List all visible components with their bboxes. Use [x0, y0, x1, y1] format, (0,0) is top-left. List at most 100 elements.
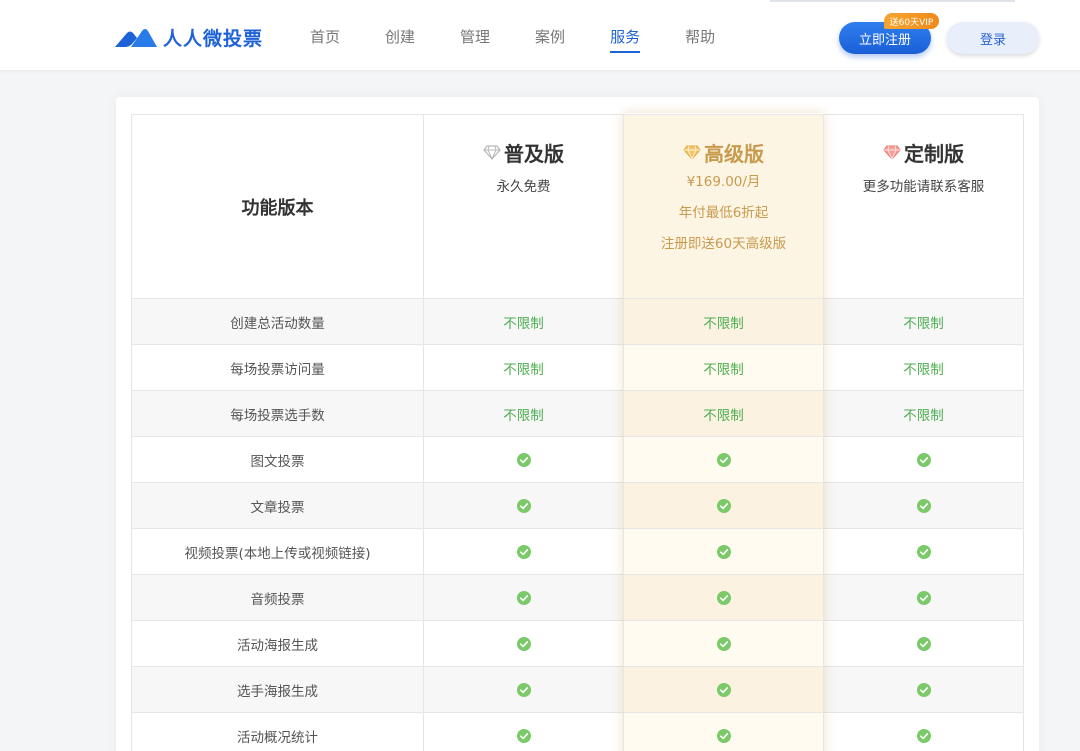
diamond-gold-icon	[683, 145, 701, 160]
check-circle-icon	[516, 498, 531, 513]
check-circle-icon	[916, 682, 931, 697]
plan-custom-header: 定制版 更多功能请联系客服	[824, 115, 1024, 299]
feature-value-cell: 不限制	[424, 391, 624, 437]
logo-mountain-icon	[115, 29, 157, 47]
plan-premium-discount: 年付最低6折起	[678, 205, 769, 221]
nav-item-3[interactable]: 案例	[535, 26, 565, 56]
check-circle-icon	[516, 728, 531, 743]
plan-premium-price: ¥169.00/月	[686, 174, 761, 190]
top-header: 人人微投票 首页 创建 管理 案例 服务 帮助 立即注册 送60天VIP 登录	[0, 0, 1080, 70]
feature-name-cell: 创建总活动数量	[131, 299, 424, 345]
feature-value-cell: 不限制	[624, 299, 824, 345]
feature-value-cell: 不限制	[624, 345, 824, 391]
nav-item-4[interactable]: 服务	[610, 26, 641, 56]
feature-check-cell	[624, 437, 824, 483]
check-circle-icon	[916, 728, 931, 743]
feature-name-cell: 音频投票	[131, 575, 424, 621]
check-circle-icon	[516, 590, 531, 605]
check-circle-icon	[516, 452, 531, 467]
vip-badge: 送60天VIP	[884, 13, 939, 29]
feature-check-cell	[424, 713, 624, 751]
plan-basic-name-text: 普及版	[504, 141, 564, 166]
feature-value-cell: 不限制	[424, 345, 624, 391]
table-row: 音频投票	[131, 575, 1024, 621]
check-circle-icon	[916, 452, 931, 467]
check-circle-icon	[716, 498, 731, 513]
feature-name-cell: 视频投票(本地上传或视频链接)	[131, 529, 424, 575]
feature-check-cell	[824, 621, 1024, 667]
feature-check-cell	[424, 483, 624, 529]
diamond-gray-icon	[483, 144, 501, 160]
table-row: 每场投票访问量 不限制 不限制 不限制	[131, 345, 1024, 391]
table-row: 活动海报生成	[131, 621, 1024, 667]
feature-check-cell	[624, 575, 824, 621]
feature-check-cell	[424, 529, 624, 575]
table-row: 每场投票选手数 不限制 不限制 不限制	[131, 391, 1024, 437]
check-circle-icon	[716, 590, 731, 605]
plan-premium: 高级版 ¥169.00/月 年付最低6折起 注册即送60天高级版	[624, 115, 823, 298]
feature-check-cell	[424, 575, 624, 621]
table-header-row: 功能版本 普及版 永久免费 高级版 ¥169.00/月 年付最低6折起 注册即送…	[131, 114, 1024, 299]
feature-column-header: 功能版本	[131, 115, 424, 299]
feature-check-cell	[624, 529, 824, 575]
feature-check-cell	[424, 437, 624, 483]
feature-value-cell: 不限制	[624, 391, 824, 437]
plan-premium-name-text: 高级版	[704, 141, 764, 166]
feature-name-cell: 活动概况统计	[131, 713, 424, 751]
feature-value-cell: 不限制	[424, 299, 624, 345]
check-circle-icon	[516, 544, 531, 559]
feature-value-cell: 不限制	[824, 345, 1024, 391]
feature-check-cell	[824, 575, 1024, 621]
feature-check-cell	[624, 621, 824, 667]
plan-basic-header: 普及版 永久免费	[424, 115, 624, 299]
diamond-red-icon	[883, 145, 901, 160]
feature-value-cell: 不限制	[824, 299, 1024, 345]
check-circle-icon	[716, 636, 731, 651]
check-circle-icon	[916, 544, 931, 559]
plan-custom: 定制版 更多功能请联系客服	[824, 115, 1023, 298]
nav-item-0[interactable]: 首页	[310, 26, 340, 56]
feature-name-cell: 活动海报生成	[131, 621, 424, 667]
plan-basic-price: 永久免费	[496, 179, 551, 195]
plan-premium-header: 高级版 ¥169.00/月 年付最低6折起 注册即送60天高级版	[624, 115, 824, 299]
table-row: 活动概况统计	[131, 713, 1024, 751]
brand-name: 人人微投票	[163, 27, 264, 50]
check-circle-icon	[916, 636, 931, 651]
feature-check-cell	[424, 621, 624, 667]
feature-name-cell: 文章投票	[131, 483, 424, 529]
check-circle-icon	[716, 728, 731, 743]
feature-check-cell	[624, 667, 824, 713]
nav-item-2[interactable]: 管理	[460, 26, 490, 56]
check-circle-icon	[916, 498, 931, 513]
login-button[interactable]: 登录	[947, 22, 1039, 54]
nav-item-1[interactable]: 创建	[385, 26, 415, 56]
check-circle-icon	[716, 682, 731, 697]
feature-check-cell	[624, 483, 824, 529]
feature-value-cell: 不限制	[824, 391, 1024, 437]
check-circle-icon	[716, 544, 731, 559]
feature-column-title: 功能版本	[241, 197, 314, 219]
feature-check-cell	[824, 483, 1024, 529]
feature-name-cell: 选手海报生成	[131, 667, 424, 713]
header-top-line	[770, 0, 1015, 2]
logo[interactable]: 人人微投票	[115, 22, 263, 52]
nav-item-5[interactable]: 帮助	[685, 26, 715, 56]
feature-check-cell	[824, 667, 1024, 713]
plan-premium-gift: 注册即送60天高级版	[660, 236, 787, 252]
table-row: 图文投票	[131, 437, 1024, 483]
table-row: 文章投票	[131, 483, 1024, 529]
feature-name-cell: 每场投票访问量	[131, 345, 424, 391]
check-circle-icon	[516, 636, 531, 651]
feature-check-cell	[824, 713, 1024, 751]
plan-custom-name-text: 定制版	[904, 141, 964, 166]
check-circle-icon	[916, 590, 931, 605]
main-nav: 首页 创建 管理 案例 服务 帮助	[310, 26, 760, 56]
plan-custom-name: 定制版	[883, 137, 964, 167]
table-row: 创建总活动数量 不限制 不限制 不限制	[131, 299, 1024, 345]
feature-check-cell	[824, 437, 1024, 483]
check-circle-icon	[516, 682, 531, 697]
feature-check-cell	[824, 529, 1024, 575]
feature-name-cell: 每场投票选手数	[131, 391, 424, 437]
plan-basic: 普及版 永久免费	[424, 115, 623, 298]
plan-premium-name: 高级版	[683, 137, 764, 167]
